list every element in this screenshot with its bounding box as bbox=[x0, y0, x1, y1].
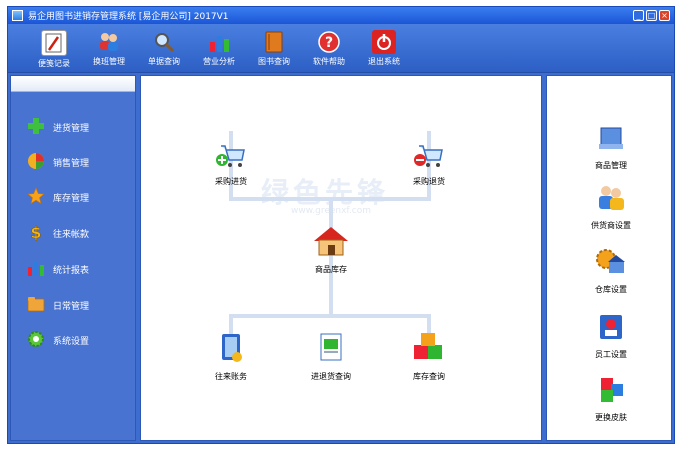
toolbar-exit-button[interactable]: 退出系统 bbox=[360, 30, 408, 70]
inventory-node[interactable]: 商品库存 bbox=[301, 224, 361, 275]
sidebar-header bbox=[11, 76, 135, 92]
toolbar-label: 软件帮助 bbox=[313, 57, 345, 66]
boxes-icon bbox=[414, 333, 442, 359]
minimize-button[interactable]: _ bbox=[633, 10, 644, 21]
svg-text:?: ? bbox=[325, 35, 333, 51]
toolbar-label: 营业分析 bbox=[203, 57, 235, 66]
sidebar-item-daily[interactable]: 日常管理 bbox=[27, 295, 127, 315]
content-area: 进货管理 销售管理 库存管理 $ 往来帐款 统计报表 日常管理 系统设置 绿色先… bbox=[8, 73, 674, 443]
stock-query-label: 库存查询 bbox=[413, 372, 445, 381]
sidebar-item-reports[interactable]: 统计报表 bbox=[27, 259, 127, 279]
toolbar-analysis-button[interactable]: 营业分析 bbox=[195, 30, 243, 70]
toolbar-label: 单据查询 bbox=[148, 57, 180, 66]
staff-settings-label: 员工设置 bbox=[595, 350, 627, 359]
staff-icon bbox=[600, 315, 622, 339]
supplier-settings-button[interactable]: 供货商设置 bbox=[581, 182, 641, 231]
cart-remove-icon bbox=[414, 145, 443, 167]
sidebar-item-label: 系统设置 bbox=[53, 337, 90, 347]
toolbar: 便笺记录 换班管理 单据查询 营业分析 图书查询 ? 软件帮助 退出系统 bbox=[8, 24, 674, 73]
toolbar-help-button[interactable]: ? 软件帮助 bbox=[305, 30, 353, 70]
product-management-button[interactable]: 商品管理 bbox=[581, 122, 641, 171]
sidebar-item-label: 往来帐款 bbox=[53, 230, 90, 240]
title-bar[interactable]: 易企用图书进销存管理系统 [易企用公司] 2017V1 _ □ × bbox=[8, 7, 674, 24]
gear-icon bbox=[27, 330, 45, 348]
flow-panel: 绿色先锋 www.greenxf.com 采购进货 采购退货 商品库存 bbox=[140, 75, 542, 441]
sidebar-item-label: 库存管理 bbox=[53, 194, 90, 204]
pie-chart-icon bbox=[27, 152, 45, 170]
purchase-return-label: 采购退货 bbox=[413, 177, 445, 186]
sidebar-item-label: 销售管理 bbox=[53, 159, 90, 169]
sidebar-item-label: 统计报表 bbox=[53, 266, 90, 276]
watermark: 绿色先锋 bbox=[261, 176, 390, 209]
sidebar-item-accounts[interactable]: $ 往来帐款 bbox=[27, 223, 127, 243]
bar-chart-icon bbox=[207, 30, 231, 54]
toolbar-label: 换班管理 bbox=[93, 57, 125, 66]
sidebar: 进货管理 销售管理 库存管理 $ 往来帐款 统计报表 日常管理 系统设置 bbox=[10, 75, 136, 441]
magnifier-icon bbox=[152, 30, 176, 54]
sidebar-item-sales[interactable]: 销售管理 bbox=[27, 152, 127, 172]
accounts-node[interactable]: 往来账务 bbox=[201, 331, 261, 382]
book-icon bbox=[262, 30, 286, 54]
warehouse-icon bbox=[596, 249, 625, 273]
toolbar-shift-button[interactable]: 换班管理 bbox=[85, 30, 133, 70]
close-button[interactable]: × bbox=[659, 10, 670, 21]
sidebar-item-purchase[interactable]: 进货管理 bbox=[27, 117, 127, 137]
purchase-return-node[interactable]: 采购退货 bbox=[399, 140, 459, 187]
purchase-label: 采购进货 bbox=[215, 177, 247, 186]
toolbar-label: 图书查询 bbox=[258, 57, 290, 66]
toolbar-label: 便笺记录 bbox=[38, 59, 70, 68]
io-query-node[interactable]: 进退货查询 bbox=[301, 331, 361, 382]
stock-query-node[interactable]: 库存查询 bbox=[399, 331, 459, 382]
sidebar-item-label: 日常管理 bbox=[53, 302, 90, 312]
bar-chart-icon bbox=[27, 259, 45, 277]
toolbar-document-query-button[interactable]: 单据查询 bbox=[140, 30, 188, 70]
sidebar-item-inventory[interactable]: 库存管理 bbox=[27, 187, 127, 207]
product-icon bbox=[599, 127, 623, 149]
folder-icon bbox=[27, 295, 45, 313]
toolbar-book-query-button[interactable]: 图书查询 bbox=[250, 30, 298, 70]
staff-settings-button[interactable]: 员工设置 bbox=[581, 311, 641, 360]
flow-connector bbox=[229, 314, 431, 318]
help-icon: ? bbox=[317, 30, 341, 54]
maximize-button[interactable]: □ bbox=[646, 10, 657, 21]
dollar-icon: $ bbox=[27, 223, 45, 243]
toolbar-notes-button[interactable]: 便笺记录 bbox=[30, 30, 78, 70]
star-icon bbox=[27, 187, 45, 205]
accounts-label: 往来账务 bbox=[215, 372, 247, 381]
house-icon bbox=[314, 227, 348, 256]
skin-icon bbox=[601, 378, 623, 402]
io-query-label: 进退货查询 bbox=[311, 372, 351, 381]
cart-add-icon bbox=[216, 145, 245, 167]
notepad-icon bbox=[41, 30, 67, 56]
plus-icon bbox=[27, 117, 45, 135]
inventory-label: 商品库存 bbox=[315, 265, 347, 274]
app-window: 易企用图书进销存管理系统 [易企用公司] 2017V1 _ □ × 便笺记录 换… bbox=[7, 6, 675, 444]
ledger-icon bbox=[222, 334, 242, 362]
power-icon bbox=[372, 30, 396, 54]
svg-text:$: $ bbox=[30, 223, 41, 241]
settings-panel: 商品管理 供货商设置 仓库设置 员工设置 更换皮肤 bbox=[546, 75, 672, 441]
warehouse-settings-label: 仓库设置 bbox=[595, 285, 627, 294]
sidebar-item-label: 进货管理 bbox=[53, 124, 90, 134]
sidebar-item-settings[interactable]: 系统设置 bbox=[27, 330, 127, 350]
users-icon bbox=[97, 30, 121, 54]
window-title: 易企用图书进销存管理系统 [易企用公司] 2017V1 bbox=[28, 12, 229, 22]
document-query-icon bbox=[320, 333, 342, 361]
purchase-node[interactable]: 采购进货 bbox=[201, 140, 261, 187]
change-skin-label: 更换皮肤 bbox=[595, 413, 627, 422]
supplier-icon bbox=[599, 186, 624, 210]
change-skin-button[interactable]: 更换皮肤 bbox=[581, 374, 641, 423]
app-icon bbox=[12, 10, 23, 21]
toolbar-label: 退出系统 bbox=[368, 57, 400, 66]
product-management-label: 商品管理 bbox=[595, 161, 627, 170]
warehouse-settings-button[interactable]: 仓库设置 bbox=[581, 246, 641, 295]
supplier-settings-label: 供货商设置 bbox=[591, 221, 631, 230]
